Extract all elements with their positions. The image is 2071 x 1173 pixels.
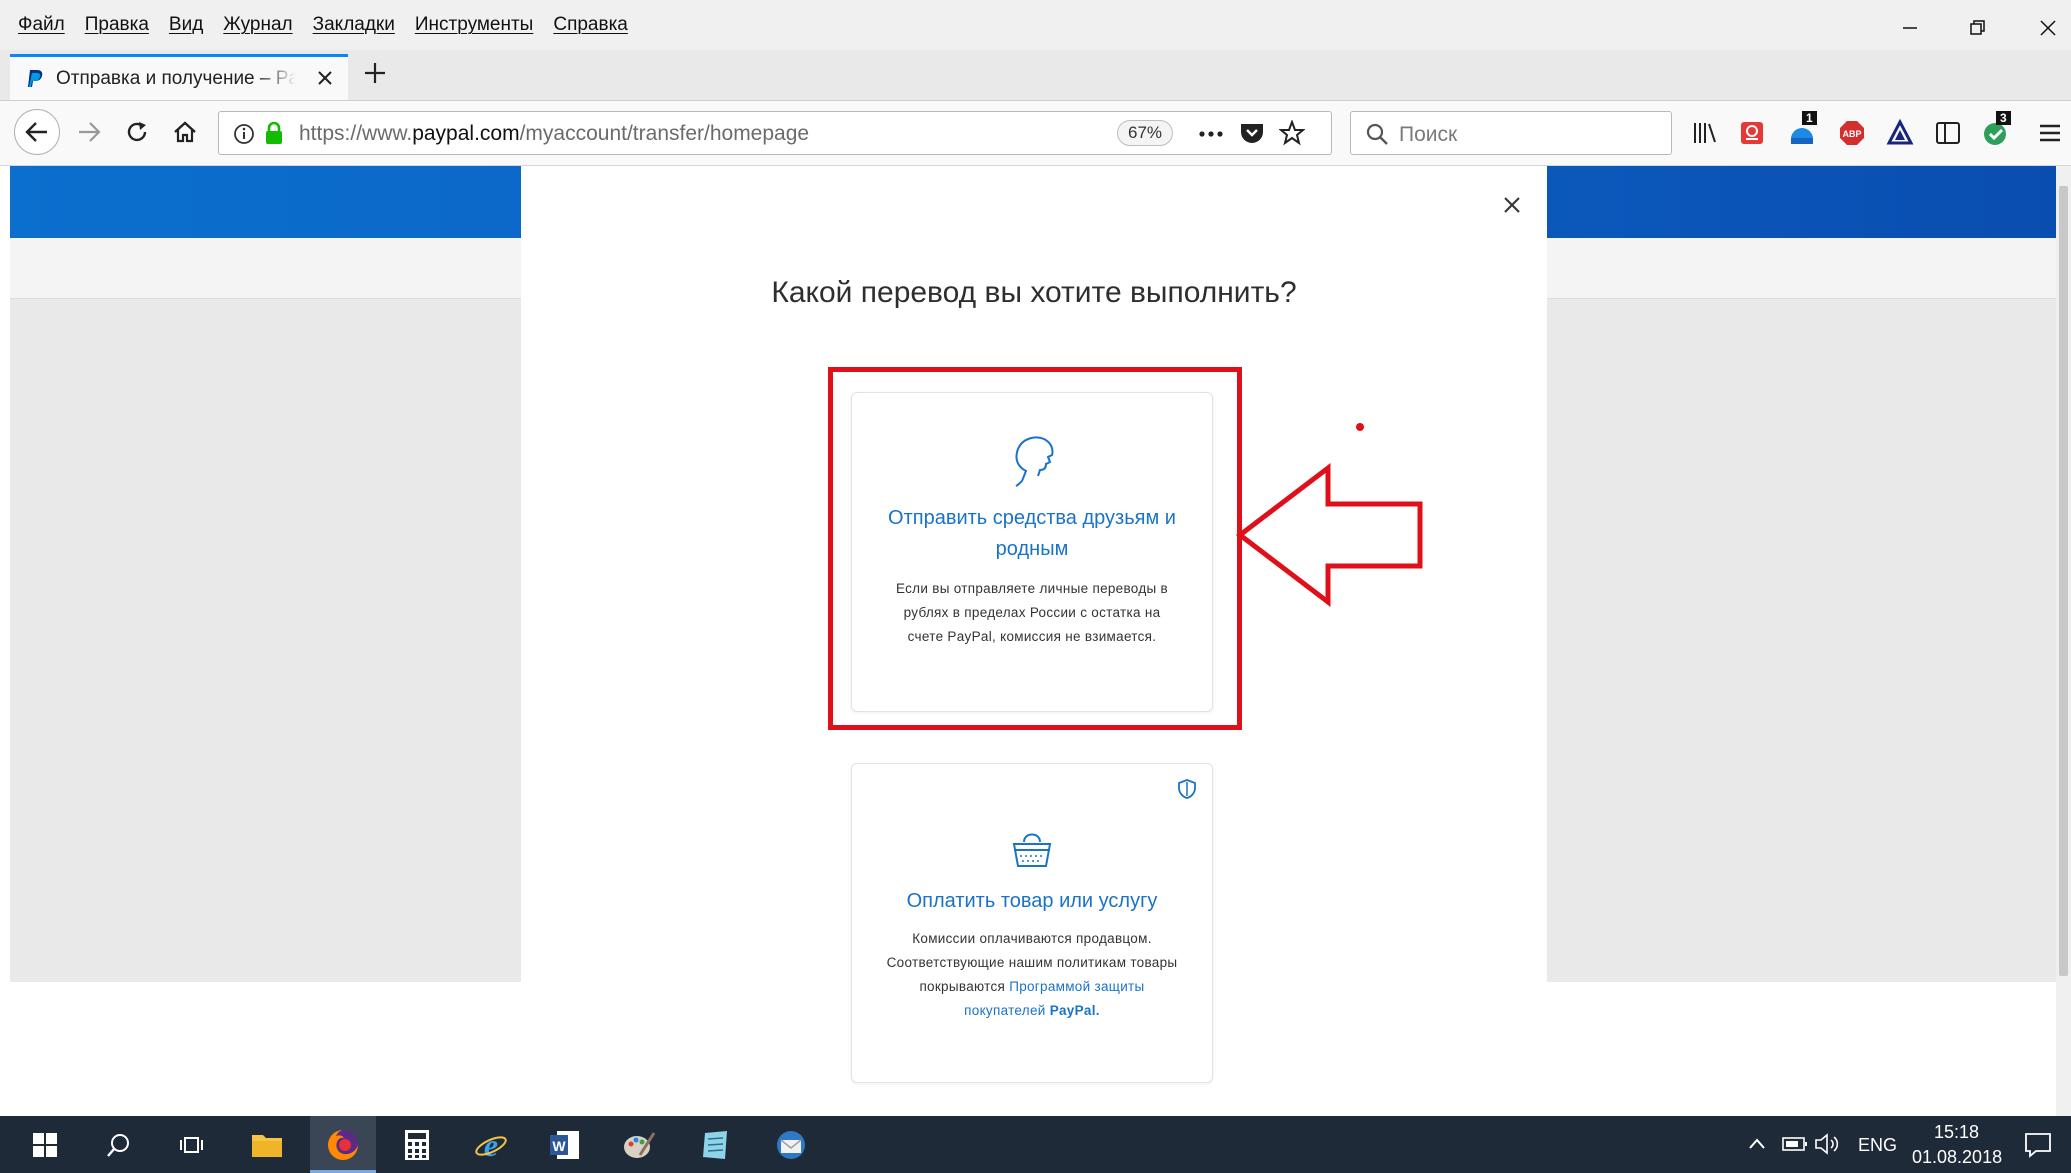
reload-button[interactable] [114,109,160,155]
thunderbird-icon [777,1131,805,1159]
menu-bar: Файл Правка Вид Журнал Закладки Инструме… [0,0,2071,50]
forward-button[interactable] [66,109,112,155]
svg-text:ABP: ABP [1842,129,1861,139]
home-button[interactable] [162,109,208,155]
scrollbar-thumb[interactable] [2059,186,2068,976]
home-icon [174,121,196,143]
thunderbird-button[interactable] [770,1124,812,1166]
windows-logo-icon [33,1133,57,1157]
annotation-arrow-icon [1236,462,1423,608]
task-view-button[interactable] [170,1124,212,1166]
notepad-icon [703,1131,727,1159]
firefox-taskbar-button[interactable] [322,1124,364,1166]
tab-bar: Отправка и получение – PayPal [0,50,2071,101]
paypal-favicon-icon [28,69,43,87]
extension-green-badge[interactable]: 3 [1982,111,2011,147]
svg-text:W: W [552,1138,566,1154]
minimize-button[interactable] [1880,8,1940,48]
back-arrow-icon [25,122,47,142]
battery-icon[interactable] [1782,1136,1808,1152]
search-bar[interactable]: Поиск [1350,111,1672,155]
extension-red-icon[interactable] [1738,119,1766,147]
internet-explorer-icon: e [475,1128,507,1162]
restore-button[interactable] [1948,8,2008,48]
task-view-icon [180,1137,203,1153]
highlight-box [828,367,1242,730]
menu-items: Файл Правка Вид Журнал Закладки Инструме… [18,14,628,36]
forward-arrow-icon [79,122,101,142]
restore-icon [1970,20,1985,35]
search-placeholder: Поиск [1399,123,1458,146]
extension-green-badge-count: 3 [1996,111,2011,125]
calculator-icon [405,1130,429,1160]
buyer-protection-shield-icon [1178,779,1196,799]
modal-close-icon[interactable] [1497,190,1527,220]
pay-for-goods-card[interactable]: Оплатить товар или услугу Комиссии оплач… [851,763,1213,1083]
firefox-icon [328,1130,358,1160]
zoom-indicator[interactable]: 67% [1117,120,1173,146]
url-text: https://www.paypal.com/myaccount/transfe… [299,122,809,146]
annotation-dot [1356,423,1364,431]
tab-title: Отправка и получение – PayPal [56,67,296,89]
url-bar[interactable]: https://www.paypal.com/myaccount/transfe… [218,111,1332,155]
clock-date[interactable]: 01.08.2018 [1912,1147,2002,1168]
paint-button[interactable] [618,1124,660,1166]
word-button[interactable]: W [544,1124,586,1166]
bookmark-star-icon[interactable] [1279,120,1305,146]
paint-palette-icon [624,1132,656,1158]
hamburger-menu-icon[interactable] [2036,119,2064,147]
menu-bookmarks[interactable]: Закладки [313,14,395,36]
close-icon [2040,20,2056,36]
page-actions-icon[interactable] [1197,124,1225,144]
start-button[interactable] [24,1124,66,1166]
menu-help[interactable]: Справка [553,14,628,36]
windows-taskbar: e W ENG 15:18 01.08.2018 [0,1116,2071,1173]
url-path: /myaccount/transfer/homepage [519,122,810,145]
notifications-icon[interactable] [2024,1132,2052,1158]
tab-close-icon[interactable] [314,67,336,89]
menu-tools[interactable]: Инструменты [415,14,533,36]
extension-blue-badge[interactable]: 1 [1788,111,1817,147]
svg-text:e: e [484,1128,498,1162]
url-prefix: https://www. [299,122,413,145]
taskbar-search-button[interactable] [98,1124,140,1166]
input-language[interactable]: ENG [1858,1135,1897,1156]
menu-edit[interactable]: Правка [85,14,149,36]
folder-icon [252,1135,282,1157]
clock-time[interactable]: 15:18 [1934,1122,1979,1143]
menu-file[interactable]: Файл [18,14,65,36]
adblock-icon[interactable]: ABP [1838,119,1866,147]
close-window-button[interactable] [2018,8,2071,48]
info-icon[interactable] [233,123,255,145]
word-icon: W [550,1131,579,1159]
file-explorer-button[interactable] [246,1124,288,1166]
pocket-icon[interactable] [1239,121,1265,145]
back-button[interactable] [14,109,60,155]
minimize-icon [1903,27,1917,29]
volume-icon[interactable] [1814,1132,1840,1156]
paypal-brand-text: PayPal. [1049,1003,1100,1018]
url-domain: paypal.com [412,122,520,145]
pay-for-goods-description: Комиссии оплачиваются продавцом. Соответ… [852,927,1212,1023]
tab-paypal[interactable]: Отправка и получение – PayPal [10,54,348,100]
internet-explorer-button[interactable]: e [470,1124,512,1166]
secure-lock-icon[interactable] [263,121,285,145]
navigation-bar: https://www.paypal.com/myaccount/transfe… [0,101,2071,166]
sidebar-icon[interactable] [1934,119,1962,147]
menu-history[interactable]: Журнал [223,14,292,36]
extension-badge-count: 1 [1802,111,1817,125]
modal-title: Какой перевод вы хотите выполнить? [771,276,1297,309]
taskbar-search-icon [107,1134,129,1157]
pay-for-goods-title[interactable]: Оплатить товар или услугу [852,886,1212,917]
new-tab-icon[interactable] [360,58,390,88]
tray-chevron-up-icon[interactable] [1748,1136,1766,1150]
calculator-button[interactable] [396,1124,438,1166]
shopping-basket-icon [1012,833,1052,867]
menu-view[interactable]: Вид [169,14,203,36]
notepad-button[interactable] [694,1124,736,1166]
reload-icon [127,122,147,142]
library-icon[interactable] [1690,119,1718,147]
delta-extension-icon[interactable] [1886,119,1914,147]
search-icon [1366,123,1388,145]
